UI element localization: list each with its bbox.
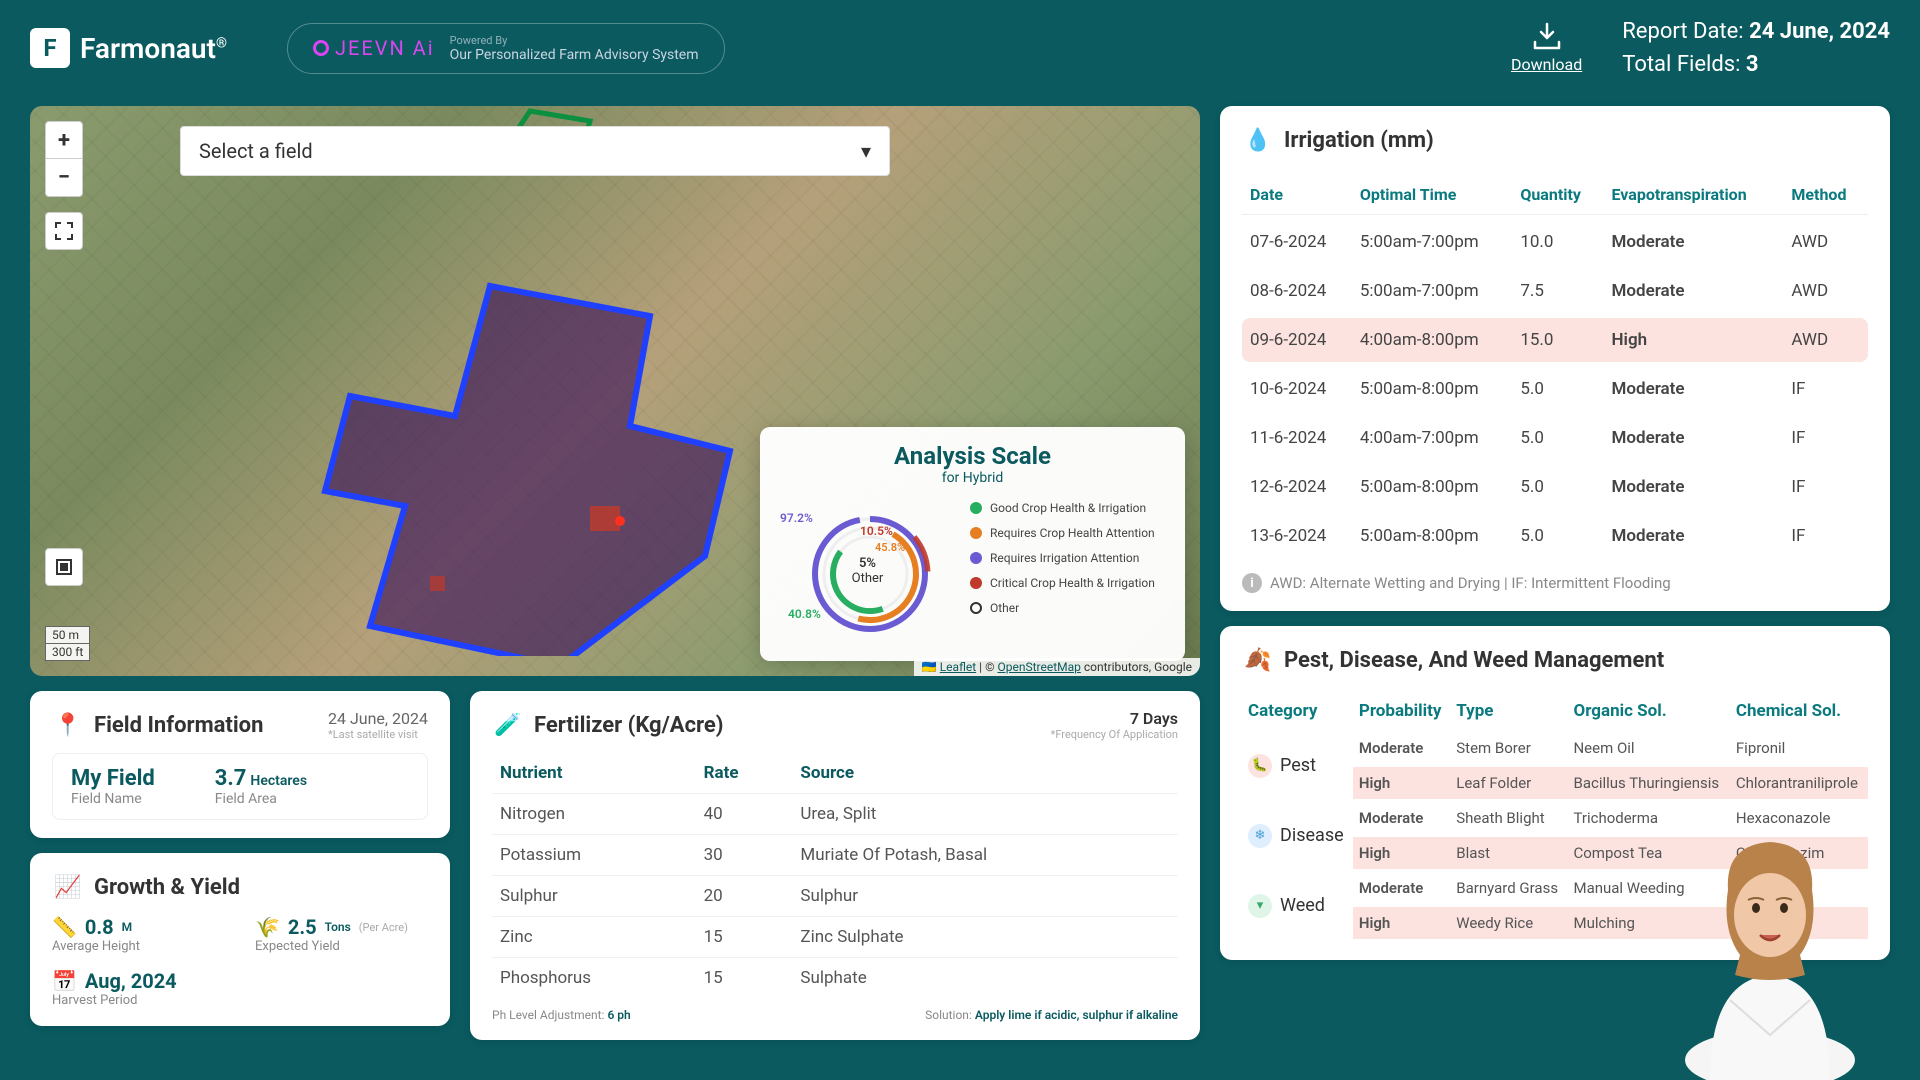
ai-badge: JEEVN Ai Powered By Our Personalized Far… (287, 23, 725, 74)
map-attribution: 🇺🇦 Leaflet | © OpenStreetMap contributor… (914, 658, 1200, 676)
table-row: Potassium30Muriate Of Potash, Basal (492, 835, 1178, 876)
growth-yield-card: 📈 Growth & Yield 📏0.8 M Average Height 🌾… (30, 853, 450, 1026)
fertilizer-table: NutrientRateSource Nitrogen40Urea, Split… (492, 753, 1178, 998)
legend-item: Requires Crop Health Attention (970, 526, 1165, 540)
pest-card: 🍂 Pest, Disease, And Weed Management Cat… (1220, 626, 1890, 960)
analysis-donut-chart: 97.2% 10.5% 45.8% 40.8% 5% Other (780, 496, 955, 646)
layers-icon (55, 558, 73, 576)
analysis-title: Analysis Scale (780, 442, 1165, 470)
analysis-scale-panel: Analysis Scale for Hybrid 97. (760, 427, 1185, 661)
leaflet-link[interactable]: Leaflet (940, 660, 976, 674)
table-row: 13-6-20245:00am-8:00pm5.0ModerateIF (1242, 514, 1868, 558)
info-icon: i (1242, 573, 1262, 593)
table-row: Phosphorus15Sulphate (492, 958, 1178, 999)
table-row: 10-6-20245:00am-8:00pm5.0ModerateIF (1242, 367, 1868, 411)
pest-table: CategoryProbabilityTypeOrganic Sol.Chemi… (1242, 690, 1868, 942)
zoom-in-button[interactable]: + (45, 121, 83, 159)
table-row: Nitrogen40Urea, Split (492, 794, 1178, 835)
flask-icon: 🧪 (492, 709, 524, 741)
table-row: 🐛PestModerateStem BorerNeem OilFipronil (1242, 732, 1868, 764)
legend-item: Requires Irrigation Attention (970, 551, 1165, 565)
download-icon (1531, 22, 1563, 50)
table-row: 09-6-20244:00am-8:00pm15.0HighAWD (1242, 318, 1868, 362)
table-row: 07-6-20245:00am-7:00pm10.0ModerateAWD (1242, 220, 1868, 264)
zoom-out-button[interactable]: − (45, 159, 83, 197)
leaf-icon: 🍂 (1242, 644, 1274, 676)
header: F Farmonaut® JEEVN Ai Powered By Our Per… (0, 0, 1920, 96)
table-row: Sulphur20Sulphur (492, 876, 1178, 917)
download-button[interactable]: Download (1511, 22, 1582, 74)
map-view[interactable]: + − Select a field ▾ Analysis Sca (30, 106, 1200, 676)
fullscreen-button[interactable] (45, 212, 83, 250)
table-row: 11-6-20244:00am-7:00pm5.0ModerateIF (1242, 416, 1868, 460)
report-metadata: Report Date: 24 June, 2024 Total Fields:… (1622, 15, 1890, 81)
osm-link[interactable]: OpenStreetMap (997, 660, 1080, 674)
table-row: 08-6-20245:00am-7:00pm7.5ModerateAWD (1242, 269, 1868, 313)
pin-icon: 📍 (52, 709, 84, 741)
irrigation-footer: i AWD: Alternate Wetting and Drying | IF… (1242, 573, 1868, 593)
legend-item: Critical Crop Health & Irrigation (970, 576, 1165, 590)
field-info-card: 📍 Field Information 24 June, 2024 *Last … (30, 691, 450, 838)
water-icon: 💧 (1242, 124, 1274, 156)
field-select-dropdown[interactable]: Select a field ▾ (180, 126, 890, 176)
calendar-icon: 📅 (52, 969, 77, 993)
legend-item: Other (970, 601, 1165, 615)
map-scale: 50 m 300 ft (45, 626, 90, 661)
table-row: ▾WeedModerateBarnyard GrassManual Weedin… (1242, 872, 1868, 904)
grain-icon: 🌾 (255, 915, 280, 939)
fertilizer-card: 🧪 Fertilizer (Kg/Acre) 7 Days *Frequency… (470, 691, 1200, 1040)
table-row: ❄DiseaseModerateSheath BlightTrichoderma… (1242, 802, 1868, 834)
jeevn-logo: JEEVN Ai (313, 36, 435, 60)
field-polygon (310, 276, 790, 656)
table-row: 12-6-20245:00am-8:00pm5.0ModerateIF (1242, 465, 1868, 509)
fullscreen-icon (55, 222, 73, 240)
legend-item: Good Crop Health & Irrigation (970, 501, 1165, 515)
irrigation-table: DateOptimal TimeQuantityEvapotranspirati… (1242, 170, 1868, 563)
irrigation-card: 💧 Irrigation (mm) DateOptimal TimeQuanti… (1220, 106, 1890, 611)
logo-icon: F (30, 28, 70, 68)
layers-button[interactable] (45, 548, 83, 586)
brand-logo: F Farmonaut® (30, 28, 227, 68)
ruler-icon: 📏 (52, 915, 77, 939)
growth-icon: 📈 (52, 871, 84, 903)
chevron-down-icon: ▾ (861, 139, 871, 163)
table-row: Zinc15Zinc Sulphate (492, 917, 1178, 958)
